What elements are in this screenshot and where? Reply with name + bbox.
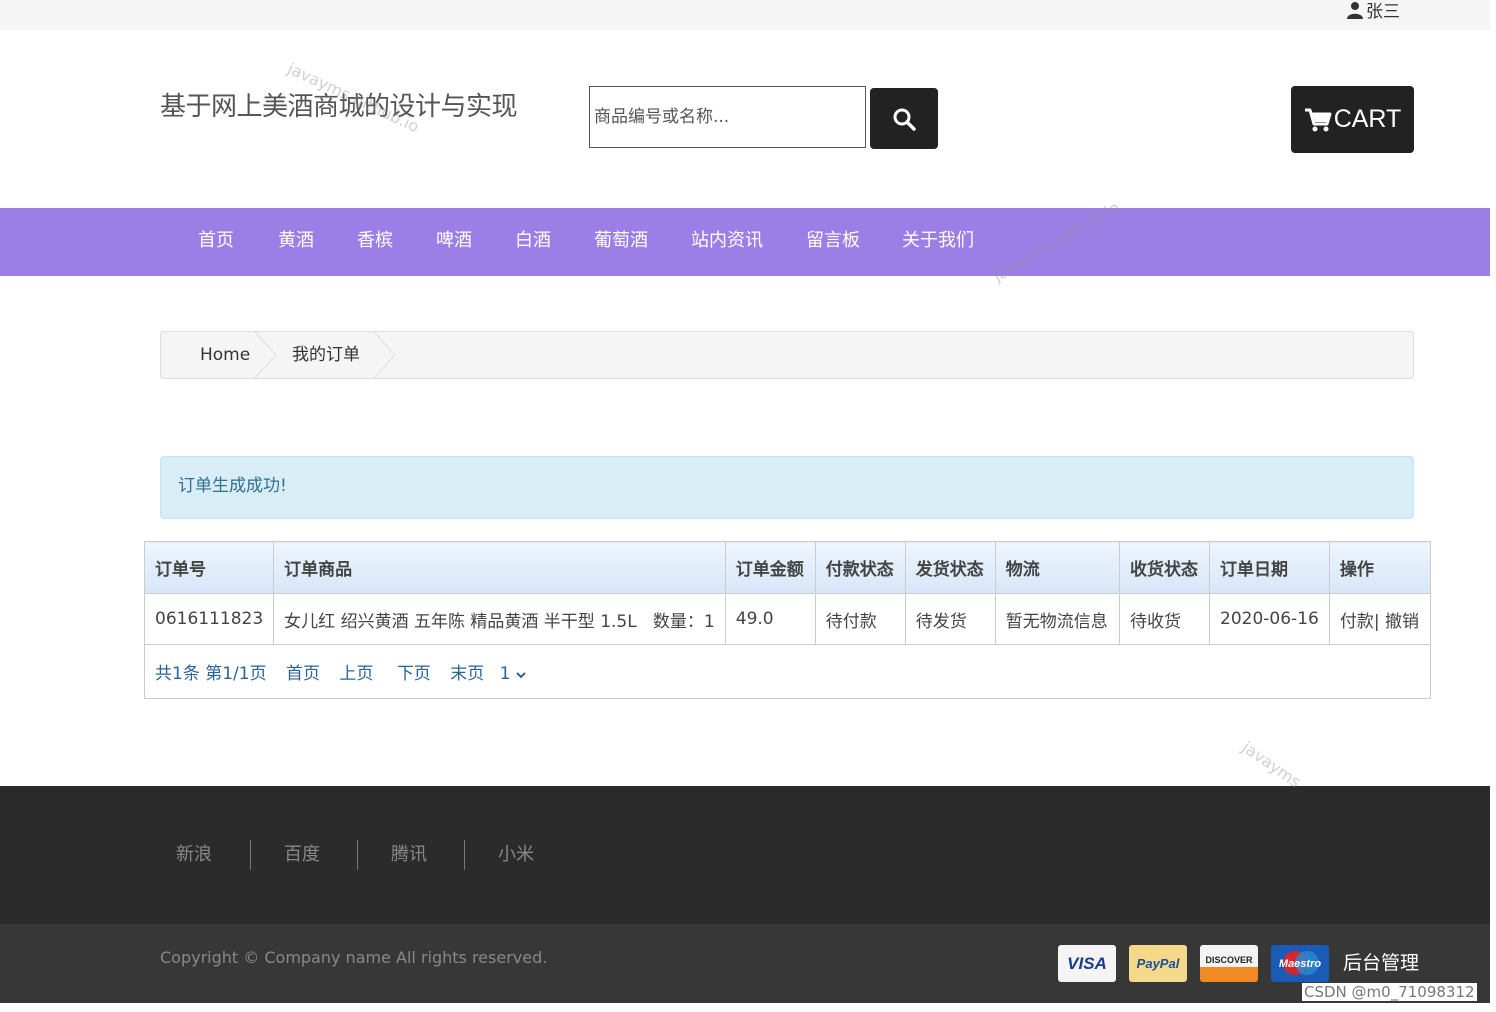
nav-item-beer[interactable]: 啤酒 (436, 208, 472, 276)
pager-total: 共1条 (155, 664, 200, 684)
order-product-cell: 女儿红 绍兴黄酒 五年陈 精品黄酒 半干型 1.5L 数量：1 (273, 593, 726, 645)
pager-prev[interactable]: 上页 (339, 664, 373, 684)
page-select-value: 1 (499, 664, 511, 684)
order-actions: 付款| 撤销 (1328, 593, 1432, 645)
breadcrumb-current: 我的订单 (292, 345, 360, 365)
footer-link-tencent[interactable]: 腾讯 (391, 840, 427, 866)
order-number: 0616111823 (143, 593, 275, 645)
search-input[interactable] (589, 86, 866, 148)
column-header: 付款状态 (814, 541, 906, 594)
breadcrumb-home[interactable]: Home (200, 332, 250, 378)
discover-card-label: DISCOVER (1205, 954, 1253, 965)
footer-divider (357, 840, 358, 870)
maestro-card-label: Maestro (1278, 957, 1322, 970)
footer-divider (250, 840, 251, 870)
footer-link-xiaomi[interactable]: 小米 (498, 840, 534, 866)
nav-item-home[interactable]: 首页 (198, 208, 234, 276)
breadcrumb-chevron-icon (254, 332, 277, 378)
pay-status: 待付款 (814, 593, 906, 645)
pay-link[interactable]: 付款 (1340, 612, 1374, 632)
user-menu-link[interactable]: 张三 (1346, 0, 1400, 22)
search-button[interactable] (870, 88, 938, 149)
copyright-text: Copyright © Company name All rights rese… (160, 948, 548, 967)
pager-first[interactable]: 首页 (286, 664, 320, 684)
paypal-card-label: PayPal (1136, 956, 1180, 971)
top-bar: 张三 (0, 0, 1490, 30)
action-separator: | (1373, 611, 1380, 632)
logistics-info: 暂无物流信息 (994, 593, 1121, 645)
paypal-card-icon: PayPal (1129, 945, 1187, 982)
orders-table: 订单号 订单商品 订单金额 付款状态 发货状态 物流 收货状态 订单日期 操作 … (143, 541, 1432, 699)
cancel-link[interactable]: 撤销 (1385, 612, 1419, 632)
receive-status: 待收货 (1119, 593, 1211, 645)
breadcrumb-chevron-icon (373, 332, 396, 378)
csdn-watermark: CSDN @m0_71098312 (1302, 983, 1477, 1001)
nav-item-news[interactable]: 站内资讯 (691, 208, 763, 276)
visa-card-label: VISA (1067, 953, 1107, 973)
footer-bottom: Copyright © Company name All rights rese… (0, 924, 1490, 1003)
product-name: 女儿红 绍兴黄酒 五年陈 精品黄酒 半干型 1.5L (284, 611, 637, 632)
table-row: 0616111823 女儿红 绍兴黄酒 五年陈 精品黄酒 半干型 1.5L 数量… (143, 593, 1432, 645)
user-icon (1347, 1, 1363, 19)
column-header: 操作 (1328, 541, 1432, 594)
username-label: 张三 (1366, 2, 1400, 22)
table-header-row: 订单号 订单商品 订单金额 付款状态 发货状态 物流 收货状态 订单日期 操作 (143, 541, 1432, 594)
footer-divider (464, 840, 465, 870)
column-header: 订单日期 (1209, 541, 1330, 594)
order-amount: 49.0 (724, 593, 816, 645)
column-header: 订单金额 (724, 541, 816, 594)
column-header: 订单商品 (273, 541, 726, 594)
ship-status: 待发货 (904, 593, 996, 645)
column-header: 订单号 (143, 541, 275, 594)
column-header: 发货状态 (904, 541, 996, 594)
pager-next[interactable]: 下页 (397, 664, 431, 684)
visa-card-icon: VISA (1058, 945, 1116, 982)
discover-card-icon: DISCOVER (1200, 945, 1258, 982)
maestro-card-icon: Maestro (1271, 945, 1329, 982)
nav-item-message-board[interactable]: 留言板 (806, 208, 860, 276)
page-select[interactable]: 1 (500, 664, 526, 684)
site-title: 基于网上美酒商城的设计与实现 (160, 92, 518, 122)
nav-item-about-us[interactable]: 关于我们 (902, 208, 974, 276)
nav-item-grape-wine[interactable]: 葡萄酒 (594, 208, 648, 276)
column-header: 物流 (994, 541, 1121, 594)
breadcrumb: Home 我的订单 (160, 331, 1414, 379)
shopping-cart-icon (1304, 108, 1332, 131)
nav-item-yellow-wine[interactable]: 黄酒 (278, 208, 314, 276)
product-quantity: 数量：1 (652, 611, 715, 632)
order-date: 2020-06-16 (1209, 593, 1330, 645)
watermark: javayms (1238, 737, 1305, 792)
pager-page-info: 第1/1页 (205, 664, 267, 684)
footer-link-sina[interactable]: 新浪 (176, 840, 212, 866)
search-icon (893, 108, 916, 131)
success-alert: 订单生成成功! (160, 456, 1414, 519)
pagination: 共1条 第1/1页 首页 上页 下页 末页 1 (144, 644, 1431, 699)
nav-item-baijiu[interactable]: 白酒 (515, 208, 551, 276)
footer-link-baidu[interactable]: 百度 (284, 840, 320, 866)
footer-links-section: 新浪 百度 腾讯 小米 (0, 786, 1490, 924)
admin-link[interactable]: 后台管理 (1343, 948, 1419, 975)
chevron-down-icon (516, 672, 526, 679)
main-nav: 首页 黄酒 香槟 啤酒 白酒 葡萄酒 站内资讯 留言板 关于我们 (0, 208, 1490, 276)
nav-item-champagne[interactable]: 香槟 (357, 208, 393, 276)
column-header: 收货状态 (1119, 541, 1211, 594)
cart-label: CART (1333, 105, 1402, 133)
cart-button[interactable]: CART (1291, 86, 1414, 153)
pager-row: 共1条 第1/1页 首页 上页 下页 末页 1 (144, 644, 1431, 699)
pager-last[interactable]: 末页 (450, 664, 484, 684)
